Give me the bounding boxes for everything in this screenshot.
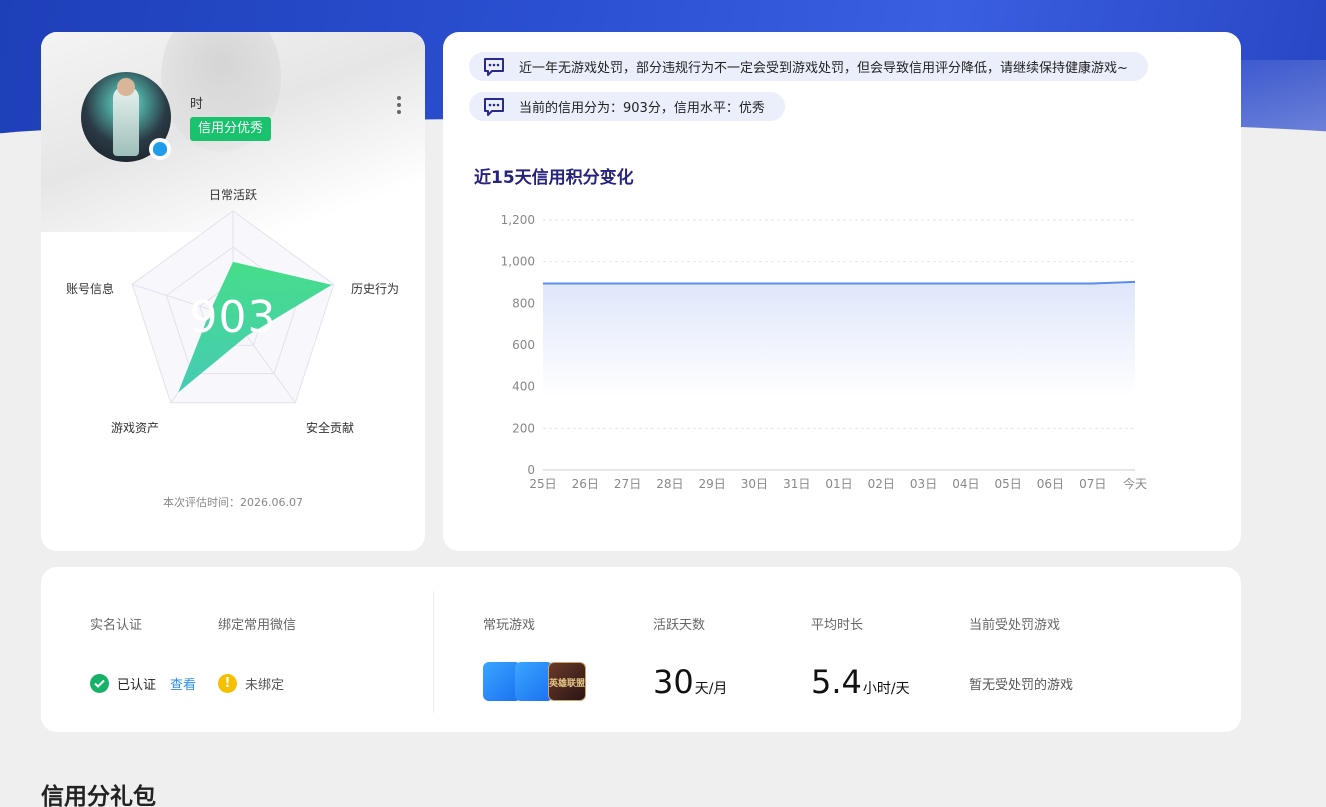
x-tick-label: 27日 (614, 477, 641, 491)
active-days-unit: 天/月 (694, 681, 728, 697)
credit-level-badge: 信用分优秀 (190, 117, 272, 141)
games-label: 常玩游戏 (483, 618, 536, 633)
x-tick-label: 28日 (656, 477, 683, 491)
x-tick-label: 04日 (952, 477, 979, 491)
x-tick-label: 02日 (868, 477, 895, 491)
y-tick-label: 1,000 (501, 255, 535, 269)
credit-chart-card: 近一年无游戏处罚，部分违规行为不一定会受到游戏处罚，但会导致信用评分降低，请继续… (443, 32, 1241, 551)
avg-time-value: 5.4小时/天 (811, 663, 910, 701)
credit-line-chart: 0 200 400 600 800 1,000 1,200 25日 26日 27日 28日 29日 30… (501, 213, 1147, 491)
avg-time-label: 平均时长 (811, 618, 864, 633)
account-stats-card: 实名认证 绑定常用微信 已认证 查看 ! 未绑定 常玩游戏 英雄联盟 活跃天数 … (41, 567, 1241, 732)
view-link[interactable]: 查看 (170, 674, 196, 693)
chart-title: 近15天信用积分变化 (474, 168, 634, 188)
check-icon (90, 674, 109, 693)
radar-svg: 903 (131, 210, 335, 404)
radar-label-account-info: 账号信息 (66, 282, 115, 296)
evaluation-time: 本次评估时间：2026.06.07 (163, 496, 303, 509)
y-tick-label: 200 (512, 421, 535, 435)
active-days-label: 活跃天数 (653, 618, 706, 633)
active-days-value: 30天/月 (653, 663, 727, 701)
more-options-icon[interactable] (395, 94, 403, 116)
radar-label-daily-activity: 日常活跃 (209, 188, 258, 202)
y-tick-label: 400 (512, 380, 535, 394)
radar-label-game-assets: 游戏资产 (111, 421, 160, 435)
game-icon-lol[interactable]: 英雄联盟 (548, 662, 586, 701)
x-tick-label: 30日 (741, 477, 768, 491)
notice-current-score: 当前的信用分为：903分，信用水平：优秀 (469, 92, 785, 121)
radar-label-security-contribution: 安全贡献 (306, 421, 355, 435)
wechat-status: ! 未绑定 (218, 674, 284, 693)
radar-chart: 903 日常活跃 历史行为 安全贡献 游戏资产 账号信息 (41, 182, 425, 482)
real-name-label: 实名认证 (90, 618, 143, 633)
notice-no-penalty: 近一年无游戏处罚，部分违规行为不一定会受到游戏处罚，但会导致信用评分降低，请继续… (469, 52, 1148, 81)
y-tick-label: 800 (512, 296, 535, 310)
gift-section-title: 信用分礼包 (41, 784, 156, 807)
game-icon-lol-text: 英雄联盟 (549, 679, 586, 689)
series-line (543, 280, 1136, 285)
notice-text: 当前的信用分为：903分，信用水平：优秀 (519, 101, 765, 116)
avg-time-number: 5.4 (811, 663, 862, 701)
divider (433, 591, 434, 713)
x-tick-label: 今天 (1123, 476, 1147, 491)
x-tick-label: 01日 (825, 477, 852, 491)
credit-score-value: 903 (190, 292, 277, 343)
area-fill (543, 281, 1135, 398)
active-days-number: 30 (653, 663, 694, 701)
wechat-status-text: 未绑定 (245, 678, 285, 693)
y-tick-label: 1,200 (501, 213, 535, 227)
punished-games-value: 暂无受处罚的游戏 (969, 678, 1074, 693)
y-tick-label: 600 (512, 338, 535, 352)
message-icon (484, 97, 504, 116)
wechat-label: 绑定常用微信 (218, 618, 297, 633)
radar-label-history-behavior: 历史行为 (351, 282, 400, 296)
x-tick-label: 06日 (1037, 477, 1064, 491)
username: 时 (190, 97, 204, 112)
x-tick-label: 31日 (783, 477, 810, 491)
punished-games-label: 当前受处罚游戏 (969, 618, 1061, 633)
real-name-status-text: 已认证 (117, 678, 157, 693)
message-icon (484, 57, 504, 76)
x-tick-label: 25日 (529, 477, 556, 491)
qq-icon (149, 138, 171, 160)
real-name-status: 已认证 查看 (90, 674, 196, 693)
x-tick-label: 26日 (572, 477, 599, 491)
x-tick-label: 29日 (699, 477, 726, 491)
warning-icon: ! (218, 674, 237, 693)
x-tick-label: 03日 (910, 477, 937, 491)
x-tick-label: 05日 (995, 477, 1022, 491)
notice-text: 近一年无游戏处罚，部分违规行为不一定会受到游戏处罚，但会导致信用评分降低，请继续… (519, 61, 1128, 76)
avg-time-unit: 小时/天 (862, 681, 910, 697)
y-tick-label: 0 (527, 463, 535, 477)
profile-card: 时 信用分优秀 903 日常活跃 历史行为 安全贡献 游戏资产 账号信息 本次评… (41, 32, 425, 551)
x-tick-label: 07日 (1079, 477, 1106, 491)
